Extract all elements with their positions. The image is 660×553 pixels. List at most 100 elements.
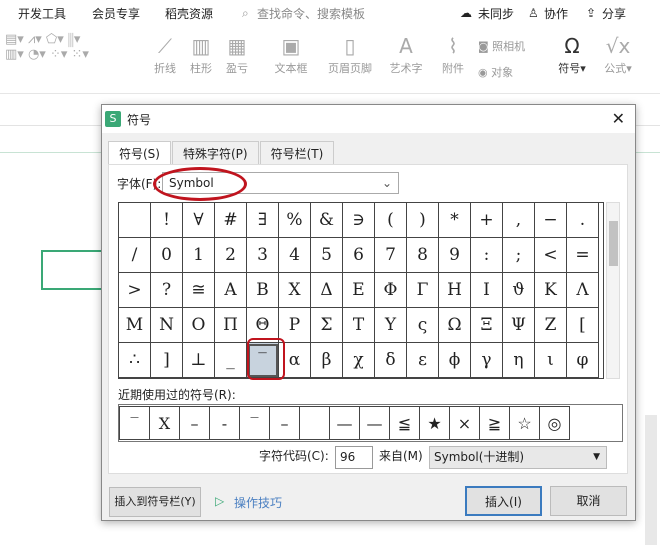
symbol-cell[interactable]: 2 <box>215 238 247 273</box>
search-command[interactable]: 查找命令、搜索模板 <box>257 5 365 22</box>
tab-symbol-bar[interactable]: 符号栏(T) <box>259 141 335 165</box>
ribbon-attachment[interactable]: ⌇ 附件 <box>436 32 470 76</box>
symbol-cell[interactable]: ] <box>151 343 183 378</box>
symbol-cell[interactable]: ! <box>151 203 183 238</box>
symbol-cell[interactable]: Ω <box>439 308 471 343</box>
symbol-cell[interactable]: Υ <box>375 308 407 343</box>
sync-button[interactable]: 未同步 <box>478 5 514 22</box>
symbol-cell[interactable]: Θ <box>247 308 279 343</box>
menu-member[interactable]: 会员专享 <box>92 5 140 22</box>
symbol-cell[interactable]: 1 <box>183 238 215 273</box>
symbol-cell[interactable]: Ψ <box>503 308 535 343</box>
symbol-cell[interactable]: Π <box>215 308 247 343</box>
ribbon-winloss[interactable]: ▦ 盈亏 <box>222 32 252 76</box>
symbol-cell[interactable]: ε <box>407 343 439 378</box>
symbol-scrollbar[interactable] <box>606 202 620 379</box>
symbol-cell[interactable]: β <box>311 343 343 378</box>
symbol-cell[interactable]: % <box>279 203 311 238</box>
symbol-cell[interactable]: & <box>311 203 343 238</box>
recent-symbol-cell[interactable]: ‾ <box>239 406 270 440</box>
symbol-cell[interactable]: Τ <box>343 308 375 343</box>
symbol-cell[interactable]: ϕ <box>439 343 471 378</box>
symbol-cell[interactable]: 8 <box>407 238 439 273</box>
tab-symbols[interactable]: 符号(S) <box>108 141 171 165</box>
symbol-cell[interactable]: γ <box>471 343 503 378</box>
symbol-cell[interactable]: 3 <box>247 238 279 273</box>
symbol-cell[interactable]: ι <box>535 343 567 378</box>
recent-symbol-cell[interactable]: - <box>209 406 240 440</box>
recent-symbol-cell[interactable]: — <box>329 406 360 440</box>
recent-symbol-cell[interactable]: X <box>149 406 180 440</box>
recent-symbol-cell[interactable]: ◎ <box>539 406 570 440</box>
symbol-cell[interactable]: δ <box>375 343 407 378</box>
chart-type-icons[interactable]: ▤▾ ⩘▾ ⬠▾ ⫼▾ ▥▾ ◔▾ ⁘▾ ⁙▾ <box>5 32 115 62</box>
collab-button[interactable]: 协作 <box>544 5 568 22</box>
symbol-cell[interactable]: Α <box>215 273 247 308</box>
scroll-thumb[interactable] <box>609 221 618 266</box>
symbol-cell[interactable]: : <box>471 238 503 273</box>
symbol-cell[interactable]: * <box>439 203 471 238</box>
symbol-cell[interactable]: ‾ <box>247 343 279 378</box>
font-select[interactable]: Symbol ⌄ <box>162 172 399 194</box>
symbol-cell[interactable]: 9 <box>439 238 471 273</box>
symbol-cell[interactable]: ⊥ <box>183 343 215 378</box>
symbol-cell[interactable]: Ξ <box>471 308 503 343</box>
symbol-cell[interactable]: _ <box>215 343 247 378</box>
symbol-cell[interactable]: Χ <box>279 273 311 308</box>
symbol-cell[interactable]: Ν <box>151 308 183 343</box>
symbol-cell[interactable]: > <box>119 273 151 308</box>
recent-symbols[interactable]: ‾ X – - ‾ – — — ≦ ★ × ≧ ☆ ◎ <box>118 404 623 442</box>
recent-symbol-cell[interactable]: – <box>179 406 210 440</box>
symbol-cell[interactable]: ≅ <box>183 273 215 308</box>
share-button[interactable]: 分享 <box>602 5 626 22</box>
symbol-cell[interactable]: Ε <box>343 273 375 308</box>
symbol-cell[interactable]: , <box>503 203 535 238</box>
menu-docer[interactable]: 稻壳资源 <box>165 5 213 22</box>
active-cell[interactable] <box>41 250 103 290</box>
symbol-cell[interactable]: [ <box>567 308 599 343</box>
symbol-cell[interactable]: η <box>503 343 535 378</box>
ribbon-object[interactable]: ◉ 对象 <box>478 64 542 80</box>
cancel-button[interactable]: 取消 <box>550 486 627 516</box>
symbol-cell[interactable]: Β <box>247 273 279 308</box>
recent-symbol-cell[interactable]: ☆ <box>509 406 540 440</box>
ribbon-camera[interactable]: ◙ 照相机 <box>478 38 542 54</box>
ribbon-wordart[interactable]: A 艺术字 <box>382 32 430 76</box>
close-icon[interactable]: ✕ <box>612 109 625 128</box>
from-select[interactable]: Symbol(十进制) ▼ <box>429 446 607 469</box>
symbol-cell[interactable]: α <box>279 343 311 378</box>
recent-symbol-cell[interactable]: ‾ <box>119 406 150 440</box>
menu-dev-tools[interactable]: 开发工具 <box>18 5 66 22</box>
symbol-cell[interactable]: # <box>215 203 247 238</box>
symbol-cell[interactable]: ? <box>151 273 183 308</box>
symbol-cell[interactable]: ; <box>503 238 535 273</box>
search-icon[interactable]: ⌕ <box>242 6 249 21</box>
symbol-cell[interactable]: ς <box>407 308 439 343</box>
ribbon-formula[interactable]: √x 公式▾ <box>598 32 638 76</box>
symbol-cell[interactable]: Δ <box>311 273 343 308</box>
symbol-cell[interactable]: Μ <box>119 308 151 343</box>
symbol-cell[interactable]: ∃ <box>247 203 279 238</box>
symbol-cell[interactable]: ∴ <box>119 343 151 378</box>
tab-special-chars[interactable]: 特殊字符(P) <box>171 141 259 165</box>
symbol-grid[interactable]: ! ∀ # ∃% & ∋() * +, −. /0 1 2 3 4 5 6 7 8 9:; < = >? ≅ Α Β Χ Δ Ε Φ Γ Η… <box>118 202 604 379</box>
symbol-cell[interactable]: Λ <box>567 273 599 308</box>
symbol-cell[interactable]: 5 <box>311 238 343 273</box>
symbol-cell[interactable]: Ο <box>183 308 215 343</box>
symbol-cell[interactable]: . <box>567 203 599 238</box>
recent-symbol-cell[interactable]: ≦ <box>389 406 420 440</box>
symbol-cell[interactable]: Κ <box>535 273 567 308</box>
ribbon-textbox[interactable]: ▣ 文本框 <box>266 32 316 76</box>
ribbon-symbol[interactable]: Ω 符号▾ <box>552 32 592 76</box>
symbol-cell[interactable]: Γ <box>407 273 439 308</box>
symbol-cell[interactable]: φ <box>567 343 599 378</box>
char-code-input[interactable]: 96 <box>335 446 373 469</box>
symbol-cell[interactable]: + <box>471 203 503 238</box>
symbol-cell[interactable]: Ρ <box>279 308 311 343</box>
tips-link[interactable]: 操作技巧 <box>234 494 282 511</box>
symbol-cell[interactable]: Η <box>439 273 471 308</box>
recent-symbol-cell[interactable]: — <box>359 406 390 440</box>
symbol-cell[interactable]: Ζ <box>535 308 567 343</box>
symbol-cell[interactable]: Φ <box>375 273 407 308</box>
recent-symbol-cell[interactable] <box>299 406 330 440</box>
